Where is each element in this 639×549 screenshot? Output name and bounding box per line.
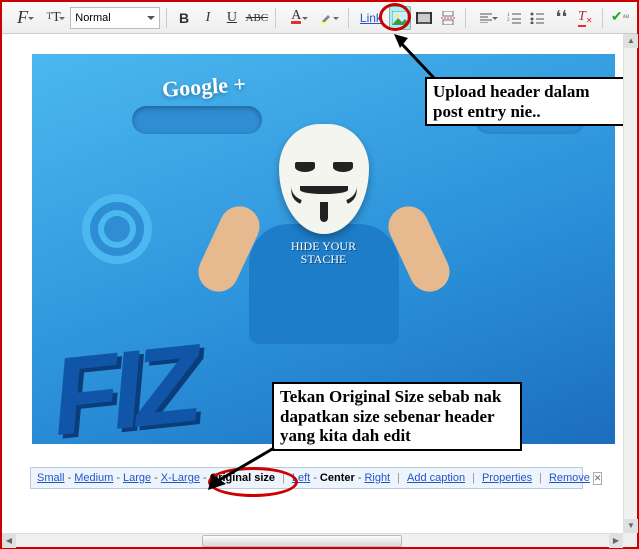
numbered-list-button[interactable]: 12	[503, 6, 525, 30]
separator	[465, 8, 466, 28]
highlighter-icon	[320, 11, 334, 25]
separator	[166, 8, 167, 28]
strikethrough-button[interactable]: ABC	[245, 6, 269, 30]
format-select[interactable]: Normal	[70, 7, 160, 29]
google-plus-label: Google +	[161, 71, 247, 103]
scroll-left-button[interactable]: ◀	[2, 534, 16, 548]
align-left-link[interactable]: Left	[292, 472, 310, 484]
add-caption-link[interactable]: Add caption	[407, 472, 465, 484]
spellcheck-button[interactable]: ✔ᴬᴮ	[609, 6, 631, 30]
quote-button[interactable]: ❛❛	[550, 6, 572, 30]
text-color-button[interactable]: A	[282, 6, 311, 30]
properties-link[interactable]: Properties	[482, 472, 532, 484]
scroll-corner	[623, 533, 637, 547]
close-options-button[interactable]: ✕	[593, 472, 603, 485]
swirl-decoration	[82, 194, 152, 264]
insert-video-button[interactable]	[413, 6, 435, 30]
tshirt-text: HIDE YOURSTACHE	[274, 240, 374, 266]
size-large-link[interactable]: Large	[123, 472, 151, 484]
guy-fawkes-mask	[279, 124, 369, 234]
size-original-link[interactable]: Original size	[210, 472, 275, 484]
font-size-button[interactable]: TT	[39, 6, 68, 30]
insert-image-button[interactable]	[389, 6, 411, 30]
font-family-button[interactable]: F	[8, 6, 37, 30]
video-icon	[416, 12, 432, 24]
google-plus-pill	[132, 106, 262, 134]
alignment-button[interactable]	[471, 6, 500, 30]
vertical-scrollbar[interactable]: ▲ ▼	[623, 34, 637, 533]
torso: HIDE YOURSTACHE	[249, 224, 399, 344]
svg-text:2: 2	[507, 18, 510, 23]
ol-icon: 12	[507, 12, 521, 24]
bullet-list-button[interactable]	[527, 6, 549, 30]
remove-link[interactable]: Remove	[549, 472, 590, 484]
separator	[348, 8, 349, 28]
underline-button[interactable]: U	[221, 6, 243, 30]
align-icon	[480, 13, 492, 23]
annotated-screenshot: F TT Normal B I U ABC A Link 12	[0, 0, 639, 549]
size-medium-link[interactable]: Medium	[74, 472, 113, 484]
insert-jump-button[interactable]	[437, 6, 459, 30]
remove-formatting-button[interactable]: T✕	[574, 6, 596, 30]
separator	[275, 8, 276, 28]
size-small-link[interactable]: Small	[37, 472, 65, 484]
italic-button[interactable]: I	[197, 6, 219, 30]
link-button[interactable]: Link	[355, 6, 387, 30]
scroll-thumb[interactable]	[202, 535, 402, 547]
page-break-icon	[441, 11, 455, 25]
ul-icon	[530, 12, 544, 24]
image-options-toolbar: Small- Medium- Large- X-Large- Original …	[30, 467, 583, 489]
highlight-button[interactable]	[313, 6, 342, 30]
logo-text: FIZ	[46, 320, 199, 444]
callout-original-size: Tekan Original Size sebab nak dapatkan s…	[272, 382, 522, 451]
separator	[602, 8, 603, 28]
bold-button[interactable]: B	[173, 6, 195, 30]
editor-toolbar: F TT Normal B I U ABC A Link 12	[2, 2, 637, 34]
size-xlarge-link[interactable]: X-Large	[161, 472, 200, 484]
callout-upload: Upload header dalam post entry nie..	[425, 77, 625, 126]
picture-icon	[392, 11, 408, 25]
scroll-down-button[interactable]: ▼	[624, 519, 638, 533]
horizontal-scrollbar[interactable]: ◀ ▶	[2, 533, 623, 547]
align-center-link[interactable]: Center	[320, 472, 355, 484]
scroll-right-button[interactable]: ▶	[609, 534, 623, 548]
scroll-up-button[interactable]: ▲	[624, 34, 638, 48]
align-right-link[interactable]: Right	[364, 472, 390, 484]
